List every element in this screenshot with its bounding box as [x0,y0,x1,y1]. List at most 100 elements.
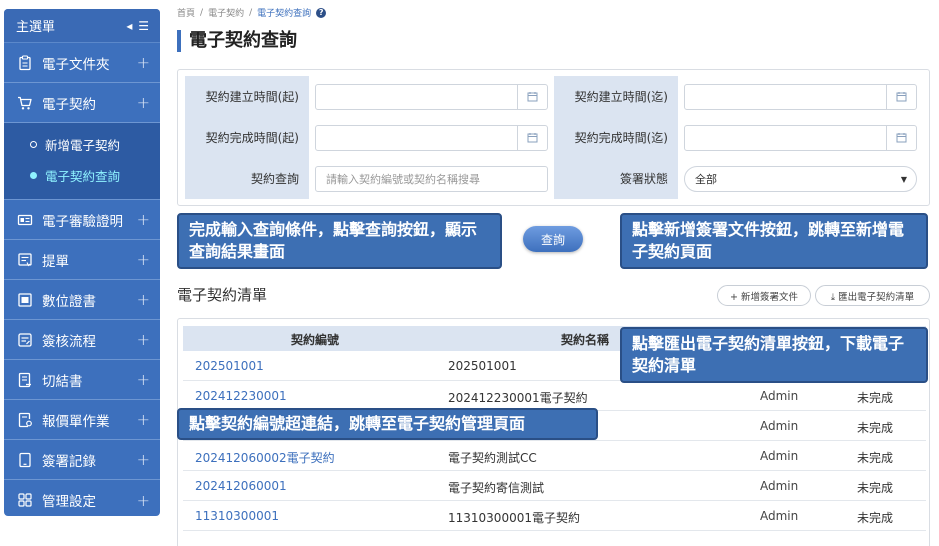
breadcrumb-contract[interactable]: 電子契約 [208,6,244,19]
sidebar-item-label: 電子審驗證明 [42,213,123,230]
flow-icon [16,331,34,349]
search-input[interactable]: 請輸入契約編號或契約名稱搜尋 [315,165,548,192]
quote-icon [16,411,34,429]
sidebar-item-folder[interactable]: 電子文件夾 + [4,43,160,83]
complete-start-cell [309,117,554,158]
complete-end-cell [678,117,923,158]
column-header-contract-id[interactable]: 契約編號 [291,331,339,348]
contract-id-link[interactable]: 202501001 [195,359,264,373]
contract-id-link[interactable]: 202412060001 [195,479,287,493]
submenu-label: 新增電子契約 [45,138,121,153]
expand-plus-icon[interactable]: + [137,450,150,469]
complete-start-label: 契約完成時間(起) [185,117,309,158]
add-sign-document-button[interactable]: + 新增簽署文件 [717,285,811,306]
contract-status: 未完成 [857,391,894,405]
contract-id-link[interactable]: 202412230001 [195,389,287,403]
sidebar-item-contract[interactable]: 電子契約 + [4,83,160,123]
contract-name: 電子契約測試CC [448,451,537,465]
sidebar-item-affidavit[interactable]: 切結書 + [4,360,160,400]
export-contract-list-button[interactable]: ⤓ 匯出電子契約清單 [815,285,930,306]
complete-end-date-input[interactable] [684,124,917,151]
expand-plus-icon[interactable]: + [137,370,150,389]
expand-plus-icon[interactable]: + [137,93,150,112]
contract-owner: Admin [760,479,799,493]
submenu-item-contract-query[interactable]: 電子契約查詢 [4,160,160,191]
calendar-icon[interactable] [886,84,916,109]
chevron-down-icon: ▼ [900,174,907,184]
sidebar-item-approval-flow[interactable]: 簽核流程 + [4,320,160,360]
query-button[interactable]: 查詢 [523,226,583,252]
breadcrumb-home[interactable]: 首頁 [177,6,195,19]
expand-plus-icon[interactable]: + [137,330,150,349]
status-cell: 全部 ▼ [678,158,923,199]
sidebar-item-admin[interactable]: 管理設定 + [4,480,160,516]
search-label: 契約查詢 [185,158,309,199]
calendar-icon[interactable] [886,125,916,150]
sidebar-item-label: 管理設定 [42,494,96,510]
id-card-icon [16,211,34,229]
calendar-icon[interactable] [517,125,547,150]
complete-start-date-input[interactable] [315,124,548,151]
create-end-label: 契約建立時間(迄) [554,76,678,117]
sidebar-item-label: 報價單作業 [42,413,110,430]
contract-status: 未完成 [857,511,894,525]
callout-export-list: 點擊匯出電子契約清單按鈕，下載電子契約清單 [620,327,928,383]
calendar-icon[interactable] [517,84,547,109]
grid-icon [16,491,34,509]
contract-id-link[interactable]: 202412060002電子契約 [195,449,335,466]
certificate-icon [16,291,34,309]
sidebar: 主選單 ◂ ☰ 電子文件夾 + 電子契約 + 新增電子契約 電子契約查詢 電子審… [4,9,160,516]
clipboard-icon [16,54,34,72]
sidebar-item-label: 簽署記錄 [42,453,96,470]
create-start-label: 契約建立時間(起) [185,76,309,117]
sidebar-item-label: 數位證書 [42,293,96,310]
contract-id-link[interactable]: 11310300001 [195,509,279,523]
create-end-date-input[interactable] [684,83,917,110]
status-select[interactable]: 全部 ▼ [684,165,917,192]
sidebar-item-digital-cert[interactable]: 數位證書 + [4,280,160,320]
contract-submenu: 新增電子契約 電子契約查詢 [4,123,160,200]
contract-name: 202412230001電子契約 [448,391,588,405]
expand-plus-icon[interactable]: + [137,250,150,269]
filled-circle-icon [30,172,37,179]
sidebar-item-label: 提單 [42,253,69,270]
receipt-icon [16,251,34,269]
create-start-date-input[interactable] [315,83,548,110]
sidebar-item-quotation[interactable]: 報價單作業 + [4,400,160,440]
sidebar-item-sign-record[interactable]: 簽署記錄 + [4,440,160,480]
list-title: 電子契約清單 [177,286,268,304]
table-row: 11310300001 11310300001電子契約 Admin 未完成 [183,501,926,531]
callout-contract-link: 點擊契約編號超連結，跳轉至電子契約管理頁面 [177,408,598,440]
filter-row: 契約完成時間(起) 契約完成時間(迄) [185,117,923,158]
circle-icon [30,141,37,148]
cart-icon [16,94,34,112]
sidebar-item-label: 簽核流程 [42,333,96,350]
sidebar-item-bill[interactable]: 提單 + [4,240,160,280]
document-icon [16,371,34,389]
column-header-contract-name[interactable]: 契約名稱 [561,331,609,348]
help-icon[interactable]: ? [316,7,327,18]
expand-plus-icon[interactable]: + [137,53,150,72]
status-select-value: 全部 [695,172,717,186]
contract-status: 未完成 [857,481,894,495]
breadcrumb: 首頁 / 電子契約 / 電子契約查詢 ? [177,6,327,19]
expand-plus-icon[interactable]: + [137,410,150,429]
page-title: 電子契約查詢 [177,30,297,52]
contract-status: 未完成 [857,451,894,465]
expand-plus-icon[interactable]: + [137,290,150,309]
complete-end-label: 契約完成時間(迄) [554,117,678,158]
sidebar-title: 主選單 [16,20,56,35]
contract-name: 電子契約寄信測試 [448,481,545,495]
sidebar-item-label: 電子文件夾 [42,56,110,73]
menu-collapse-icon[interactable]: ◂ ☰ [126,19,150,33]
filter-row: 契約查詢 請輸入契約編號或契約名稱搜尋 簽署狀態 全部 ▼ [185,158,923,199]
contract-name: 202501001 [448,359,517,373]
submenu-label: 電子契約查詢 [45,169,121,184]
submenu-item-new-contract[interactable]: 新增電子契約 [4,129,160,160]
create-end-cell [678,76,923,117]
breadcrumb-separator: / [249,7,253,18]
expand-plus-icon[interactable]: + [137,210,150,229]
sidebar-item-audit-cert[interactable]: 電子審驗證明 + [4,200,160,240]
expand-plus-icon[interactable]: + [137,491,150,510]
table-row: 202412230001 202412230001電子契約 Admin 未完成 [183,381,926,411]
